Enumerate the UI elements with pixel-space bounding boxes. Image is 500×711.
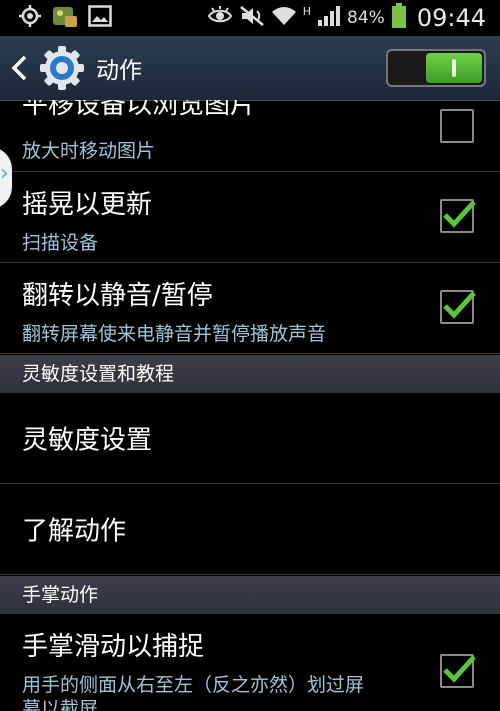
clock: 09:44	[416, 4, 486, 32]
mute-icon	[239, 5, 265, 31]
checkbox-turn-over-mute[interactable]	[440, 290, 476, 324]
list-item-sensitivity-settings[interactable]: 灵敏度设置	[0, 393, 500, 484]
section-header-sensitivity: 灵敏度设置和教程	[0, 355, 500, 393]
list-item-subtitle: 扫描设备	[22, 232, 99, 254]
list-item-title: 翻转以静音/暂停	[22, 281, 213, 311]
list-item-pan-device[interactable]: 平移设备以浏览图片 放大时移动图片	[0, 100, 500, 172]
list-item-learn-motions[interactable]: 了解动作	[0, 484, 500, 575]
battery-percent: 84%	[347, 8, 385, 28]
checkbox-shake-to-update[interactable]	[440, 199, 476, 233]
switch-knob	[426, 53, 482, 83]
list-item-turn-over-mute[interactable]: 翻转以静音/暂停 翻转屏幕使来电静音并暂停播放声音	[0, 263, 500, 354]
list-item-palm-swipe-capture[interactable]: 手掌滑动以捕捉 用手的侧面从右至左（反之亦然）划过屏 幕以截屏	[0, 614, 500, 711]
page-title: 动作	[96, 58, 142, 84]
list-item-title: 平移设备以浏览图片	[22, 100, 257, 120]
motion-master-switch[interactable]	[386, 49, 486, 87]
back-icon[interactable]	[10, 48, 36, 88]
list-item-title: 灵敏度设置	[22, 425, 153, 456]
gear-icon	[38, 44, 86, 92]
wifi-icon	[271, 5, 297, 31]
checkbox-palm-swipe-capture[interactable]	[440, 654, 476, 688]
list-item-shake-to-update[interactable]: 摇晃以更新 扫描设备	[0, 172, 500, 263]
list-item-subtitle: 放大时移动图片	[22, 140, 156, 162]
network-type: H	[302, 4, 312, 18]
image-icon	[88, 5, 112, 31]
list-item-subtitle-line2: 幕以截屏	[22, 698, 99, 711]
eye-icon	[207, 6, 233, 30]
status-bar: H 84% 09:44	[0, 0, 500, 36]
action-bar: 动作	[0, 36, 500, 101]
list-item-title: 摇晃以更新	[22, 190, 153, 220]
list-item-subtitle: 用手的侧面从右至左（反之亦然）划过屏	[22, 674, 365, 696]
list-item-subtitle: 翻转屏幕使来电静音并暂停播放声音	[22, 323, 327, 345]
section-header-palm-motion: 手掌动作	[0, 576, 500, 614]
signal-icon	[317, 5, 341, 31]
list-item-title: 手掌滑动以捕捉	[22, 632, 205, 662]
checkbox-pan-device[interactable]	[440, 109, 474, 143]
gallery-app-icon	[52, 4, 78, 32]
gps-icon	[18, 4, 42, 32]
battery-icon	[391, 3, 407, 33]
settings-list: 平移设备以浏览图片 放大时移动图片 摇晃以更新 扫描设备 翻转以静音/暂停 翻转…	[0, 100, 500, 711]
list-item-title: 了解动作	[22, 516, 127, 547]
